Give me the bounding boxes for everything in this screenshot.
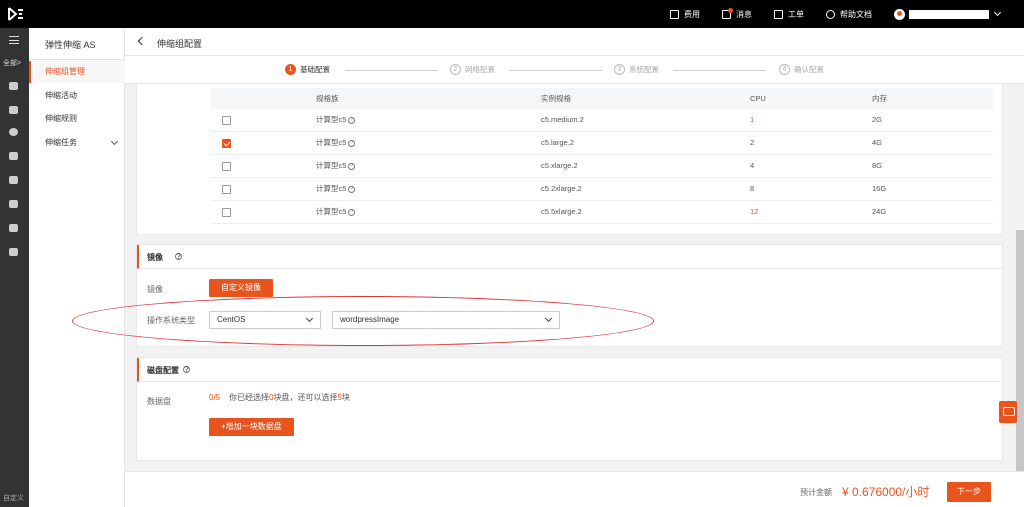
- chat-icon[interactable]: [999, 401, 1017, 423]
- data-disk-label: 数据盘: [147, 397, 171, 406]
- chevron-down-icon: [110, 137, 119, 146]
- cloud-upload-icon[interactable]: [9, 176, 18, 184]
- table-row[interactable]: 计算型c5? c5.5xlarge.2 12 24G: [211, 201, 993, 224]
- back-icon[interactable]: [137, 36, 147, 46]
- fee-link[interactable]: 费用: [670, 9, 700, 20]
- help-icon[interactable]: ?: [348, 185, 356, 193]
- disk-panel: 磁盘配置 ? 数据盘 0/5 你已经选择0块盘，还可以选择5块 +增加一块数据盘: [136, 357, 1003, 461]
- globe-icon[interactable]: [9, 128, 18, 136]
- estimated-price: ¥ 0.676000/小时: [842, 485, 930, 499]
- icon-rail: 全部> 自定义: [0, 28, 29, 507]
- table-row[interactable]: 计算型c5? c5.xlarge.2 4 8G: [211, 155, 993, 178]
- ticket-icon: [774, 9, 783, 19]
- top-bar: 费用 消息 工单 帮助文档: [0, 0, 1024, 28]
- logo-icon[interactable]: [7, 6, 25, 22]
- ticket-link[interactable]: 工单: [774, 9, 804, 20]
- row-checkbox[interactable]: [222, 208, 231, 217]
- message-link[interactable]: 消息: [722, 7, 752, 20]
- help-icon[interactable]: ?: [175, 253, 182, 261]
- row-checkbox[interactable]: [222, 139, 231, 148]
- help-icon: [826, 9, 835, 19]
- help-icon[interactable]: ?: [183, 366, 190, 374]
- database-icon[interactable]: [9, 106, 18, 114]
- instance-spec-table: 规格族 实例规格 CPU 内存 计算型c5? c5.medium.2 1 2G …: [211, 88, 993, 224]
- instance-spec-panel: 规格族 实例规格 CPU 内存 计算型c5? c5.medium.2 1 2G …: [136, 84, 1003, 235]
- nav-item-group-management[interactable]: 伸缩组管理: [29, 61, 125, 83]
- cloud-icon[interactable]: [9, 200, 18, 208]
- all-products-link[interactable]: 全部>: [3, 58, 21, 68]
- help-link[interactable]: 帮助文档: [826, 9, 872, 20]
- menu-icon[interactable]: [9, 36, 19, 44]
- next-step-button[interactable]: 下一步: [947, 482, 991, 502]
- row-checkbox[interactable]: [222, 162, 231, 171]
- help-icon[interactable]: ?: [348, 139, 356, 147]
- scrollbar-thumb[interactable]: [1016, 230, 1024, 471]
- row-checkbox[interactable]: [222, 185, 231, 194]
- user-menu[interactable]: [894, 8, 1002, 20]
- step-network: 2 网络配置: [450, 64, 495, 75]
- nav-item-rules[interactable]: 伸缩规则: [29, 108, 125, 130]
- disk-section-title: 磁盘配置 ?: [137, 358, 1002, 382]
- step-confirm: 4 确认配置: [779, 64, 824, 75]
- page-header: 伸缩组配置: [125, 28, 1024, 56]
- table-row[interactable]: 计算型c5? c5.2xlarge.2 8 16G: [211, 178, 993, 201]
- sub-nav: 弹性伸缩 AS 伸缩组管理 伸缩活动 伸缩规则 伸缩任务: [29, 28, 125, 507]
- estimated-cost-label: 预计金额: [800, 488, 832, 497]
- help-icon[interactable]: ?: [348, 116, 356, 124]
- image-section-title: 镜像 ?: [137, 245, 1002, 269]
- home-icon[interactable]: [9, 82, 18, 90]
- disk-count-info: 0/5 你已经选择0块盘，还可以选择5块: [209, 393, 350, 402]
- table-header: 规格族 实例规格 CPU 内存: [211, 88, 993, 109]
- add-data-disk-button[interactable]: +增加一块数据盘: [209, 418, 294, 436]
- table-row[interactable]: 计算型c5? c5.medium.2 1 2G: [211, 109, 993, 132]
- chevron-down-icon: [993, 8, 1002, 17]
- username-redacted: [909, 9, 989, 19]
- nav-item-activities[interactable]: 伸缩活动: [29, 85, 125, 107]
- wizard-steps: 1 基础配置 2 网络配置 3 系统配置 4 确认配置: [125, 56, 1024, 84]
- custom-image-button[interactable]: 自定义镜像: [209, 279, 273, 297]
- message-icon: [722, 7, 733, 19]
- table-row[interactable]: 计算型c5? c5.large.2 2 4G: [211, 132, 993, 155]
- highlight-annotation: [72, 296, 654, 346]
- step-basic: 1 基础配置: [285, 64, 330, 75]
- fee-icon: [670, 9, 679, 19]
- service-title: 弹性伸缩 AS: [45, 40, 96, 50]
- storage-icon[interactable]: [9, 152, 18, 160]
- help-icon[interactable]: ?: [348, 162, 356, 170]
- help-icon[interactable]: ?: [348, 208, 356, 216]
- server-icon[interactable]: [9, 248, 18, 256]
- step-system: 3 系统配置: [614, 64, 659, 75]
- row-checkbox[interactable]: [222, 116, 231, 125]
- customize-link[interactable]: 自定义: [3, 493, 24, 503]
- close-box-icon[interactable]: [9, 224, 18, 232]
- footer-bar: 预计金额 ¥ 0.676000/小时 下一步: [125, 471, 1024, 507]
- page-title: 伸缩组配置: [157, 39, 203, 49]
- avatar: [894, 8, 905, 20]
- nav-item-tasks[interactable]: 伸缩任务: [29, 132, 125, 154]
- image-label: 镜像: [147, 285, 163, 294]
